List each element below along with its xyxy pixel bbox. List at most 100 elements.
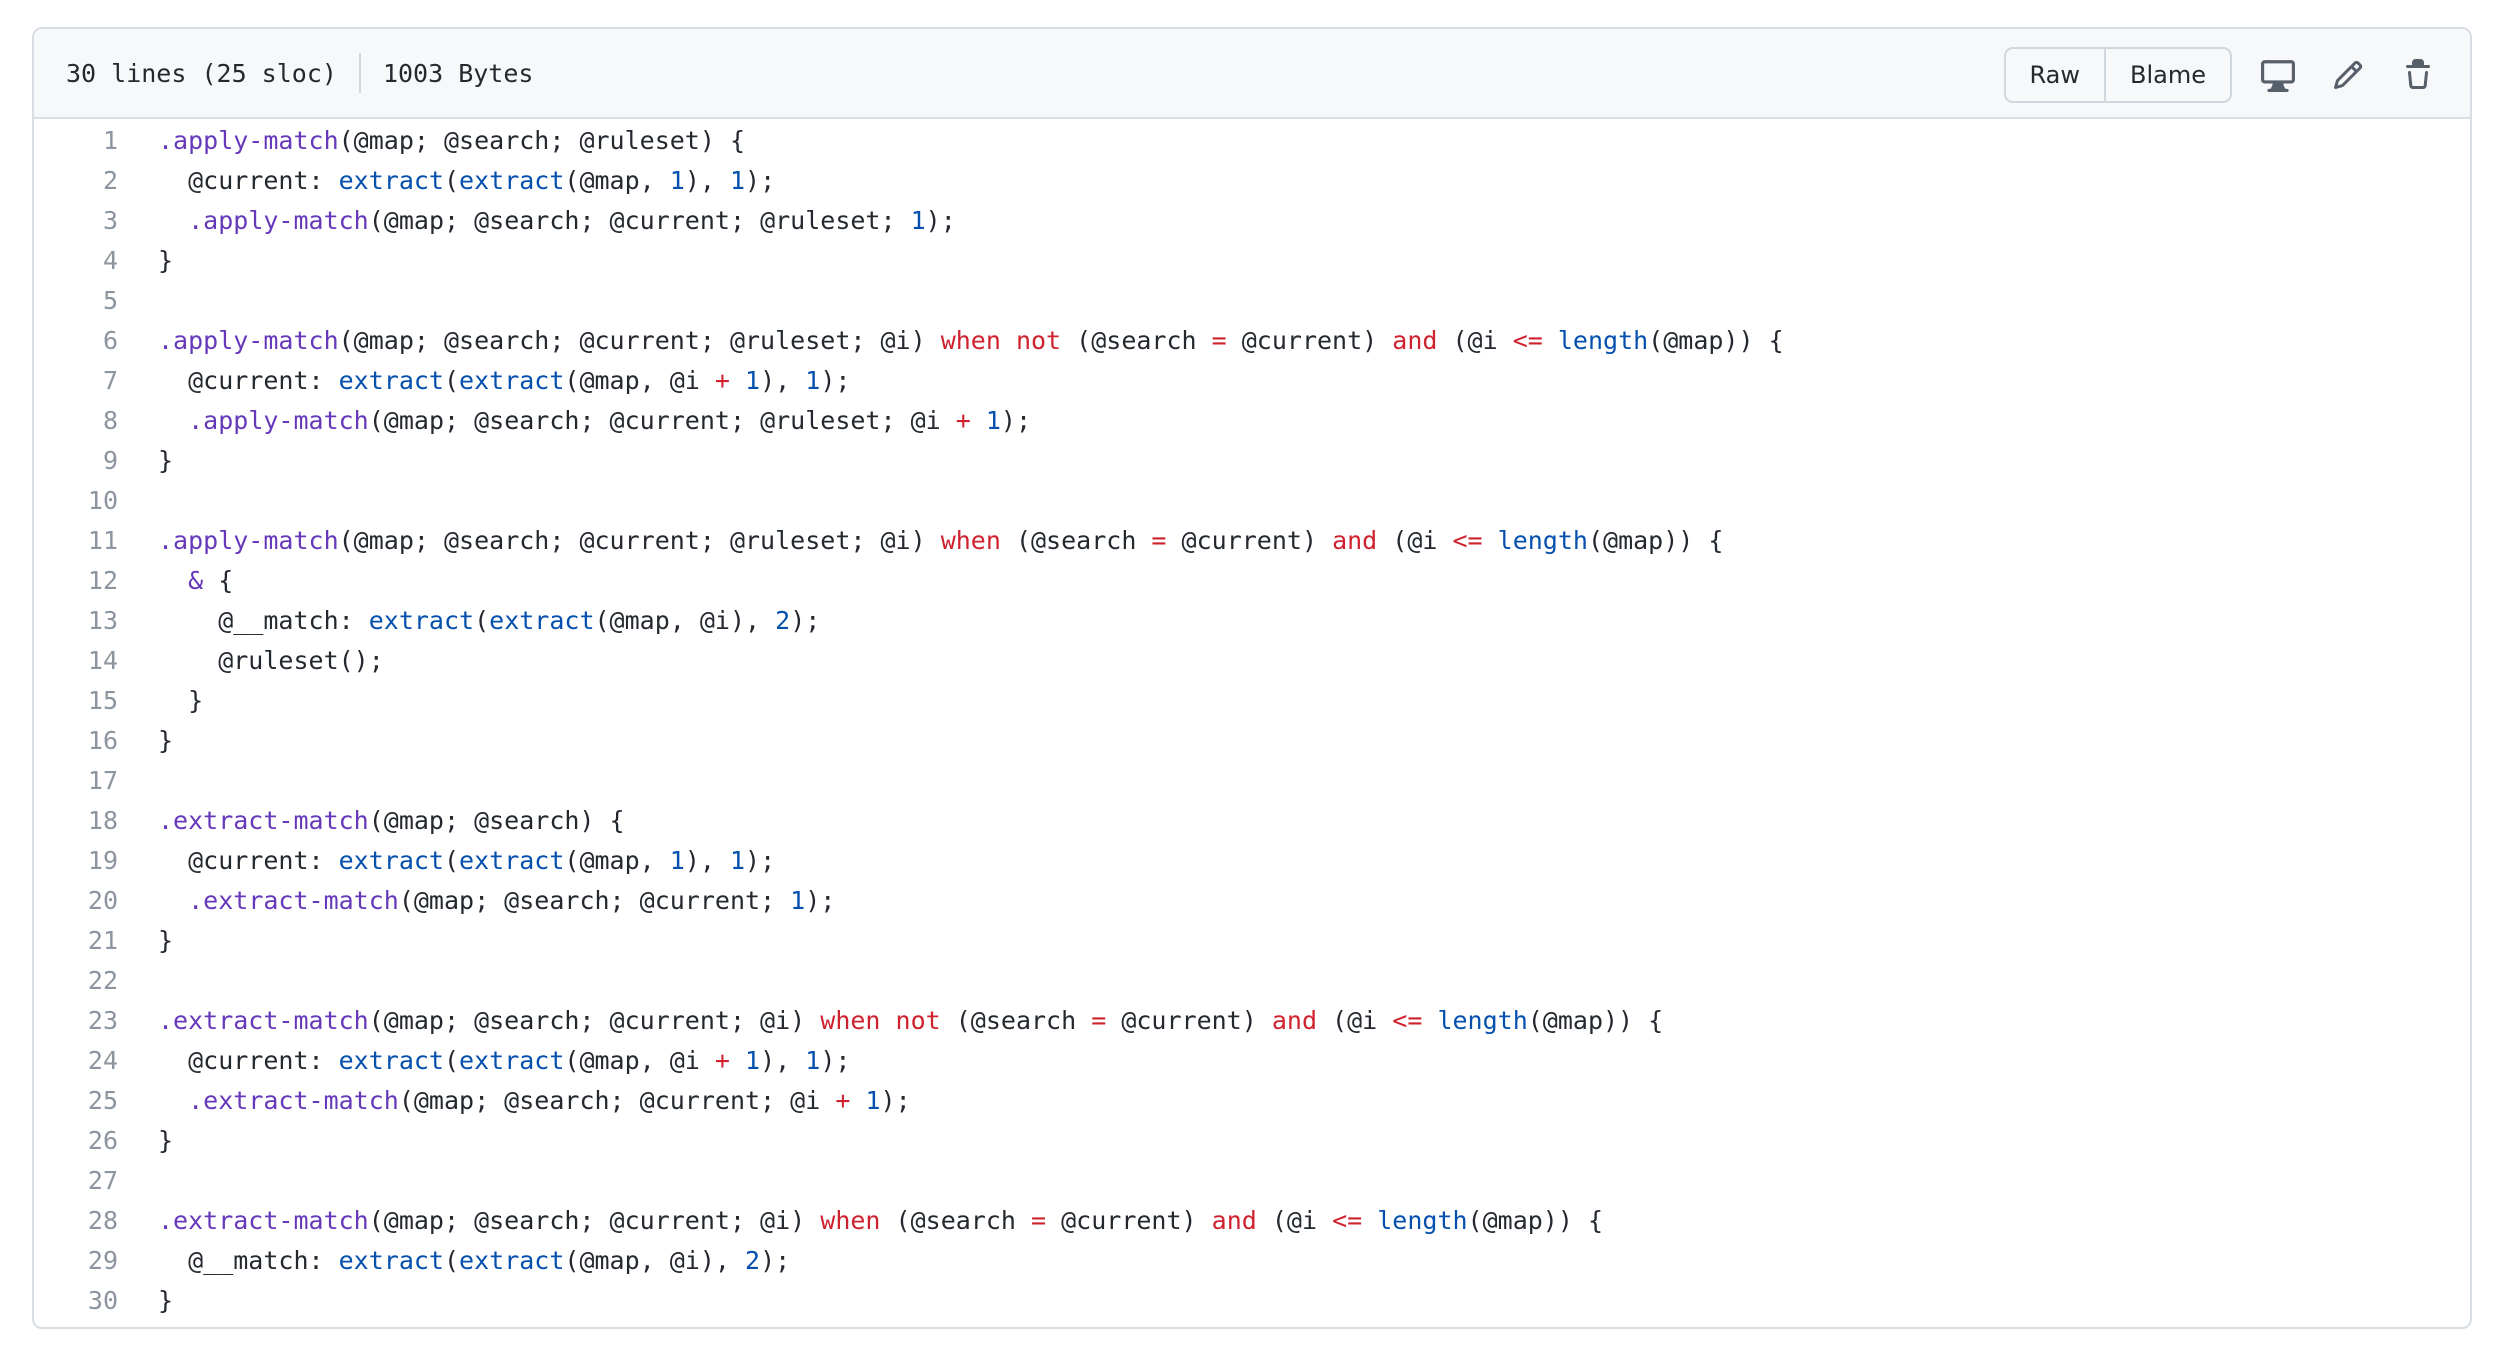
code-token: );: [760, 1246, 791, 1275]
code-token: and: [1211, 1206, 1257, 1235]
code-line: 1 .apply-match(@map; @search; @ruleset) {: [34, 121, 2470, 161]
line-content: .apply-match(@map; @search; @ruleset) {: [118, 121, 745, 161]
line-number[interactable]: 4: [34, 241, 118, 281]
line-number[interactable]: 13: [34, 601, 118, 641]
line-number[interactable]: 2: [34, 161, 118, 201]
blame-button[interactable]: Blame: [2104, 49, 2230, 101]
code-token: (@map, @i: [564, 1046, 715, 1075]
code-token: 1: [805, 366, 821, 395]
code-line: 8 .apply-match(@map; @search; @current; …: [34, 401, 2470, 441]
line-content: }: [118, 721, 173, 761]
line-number[interactable]: 15: [34, 681, 118, 721]
code-token: and: [1332, 526, 1378, 555]
line-number[interactable]: 20: [34, 881, 118, 921]
line-number[interactable]: 9: [34, 441, 118, 481]
line-number[interactable]: 27: [34, 1161, 118, 1201]
line-number[interactable]: 11: [34, 521, 118, 561]
line-content: }: [118, 681, 203, 721]
code-token: 1: [745, 366, 761, 395]
code-token: (@map,: [564, 846, 670, 875]
code-token: =: [1031, 1206, 1047, 1235]
desktop-icon[interactable]: [2254, 51, 2302, 99]
code-token: extract: [338, 166, 444, 195]
line-content: [118, 761, 158, 801]
code-token: (@map,: [564, 166, 670, 195]
code-token: }: [158, 926, 174, 955]
line-number[interactable]: 8: [34, 401, 118, 441]
code-token: when not: [940, 326, 1062, 355]
code-token: +: [835, 1086, 851, 1115]
code-token: &: [188, 566, 204, 595]
code-token: (@search: [940, 1006, 1092, 1035]
line-number[interactable]: 26: [34, 1121, 118, 1161]
code-token: .apply-match: [158, 126, 339, 155]
code-token: @ruleset();: [158, 646, 384, 675]
line-number[interactable]: 12: [34, 561, 118, 601]
code-line: 5: [34, 281, 2470, 321]
line-content: @current: extract(extract(@map, 1), 1);: [118, 841, 775, 881]
line-number[interactable]: 5: [34, 281, 118, 321]
code-token: @current:: [158, 366, 339, 395]
code-token: (@map)) {: [1467, 1206, 1604, 1235]
code-line: 13 @__match: extract(extract(@map, @i), …: [34, 601, 2470, 641]
line-content: .extract-match(@map; @search; @current; …: [118, 881, 835, 921]
code-token: ),: [760, 366, 806, 395]
line-number[interactable]: 1: [34, 121, 118, 161]
code-token: ),: [684, 166, 730, 195]
line-number[interactable]: 10: [34, 481, 118, 521]
code-token: when: [820, 1206, 881, 1235]
code-token: @current:: [158, 846, 339, 875]
code-token: );: [925, 206, 956, 235]
line-content: .extract-match(@map; @search) {: [118, 801, 625, 841]
code-token: (@map)) {: [1527, 1006, 1664, 1035]
line-content: }: [118, 1281, 173, 1321]
line-content: [118, 1161, 158, 1201]
line-number[interactable]: 23: [34, 1001, 118, 1041]
code-token: extract: [459, 846, 565, 875]
code-line: 4}: [34, 241, 2470, 281]
code-token: (@map; @search; @current; @ruleset; @i: [368, 406, 956, 435]
line-number[interactable]: 6: [34, 321, 118, 361]
file-info: 30 lines (25 sloc) 1003 Bytes: [34, 53, 533, 93]
line-number[interactable]: 17: [34, 761, 118, 801]
code-token: (@map)) {: [1648, 326, 1784, 355]
code-line: 20 .extract-match(@map; @search; @curren…: [34, 881, 2470, 921]
code-token: (@map; @search; @current; @i): [368, 1006, 821, 1035]
code-token: extract: [338, 846, 444, 875]
code-token: =: [1151, 526, 1167, 555]
code-token: 2: [775, 606, 791, 635]
line-number[interactable]: 24: [34, 1041, 118, 1081]
code-token: }: [158, 726, 174, 755]
view-button-group: Raw Blame: [2003, 47, 2232, 103]
code-line: 17: [34, 761, 2470, 801]
line-number[interactable]: 25: [34, 1081, 118, 1121]
code-token: 1: [669, 846, 685, 875]
code-line: 3 .apply-match(@map; @search; @current; …: [34, 201, 2470, 241]
line-number[interactable]: 30: [34, 1281, 118, 1321]
code-token: (: [443, 846, 460, 875]
raw-button[interactable]: Raw: [2006, 49, 2104, 101]
line-number[interactable]: 14: [34, 641, 118, 681]
line-number[interactable]: 3: [34, 201, 118, 241]
code-token: );: [880, 1086, 911, 1115]
line-number[interactable]: 29: [34, 1241, 118, 1281]
line-number[interactable]: 21: [34, 921, 118, 961]
line-number[interactable]: 16: [34, 721, 118, 761]
pencil-icon[interactable]: [2324, 51, 2372, 99]
line-content: }: [118, 1121, 173, 1161]
line-number[interactable]: 19: [34, 841, 118, 881]
file-actions: Raw Blame: [2003, 47, 2442, 103]
line-number[interactable]: 28: [34, 1201, 118, 1241]
line-number[interactable]: 22: [34, 961, 118, 1001]
line-number[interactable]: 7: [34, 361, 118, 401]
code-token: .extract-match: [188, 886, 399, 915]
code-line: 29 @__match: extract(extract(@map, @i), …: [34, 1241, 2470, 1281]
code-token: <=: [1332, 1206, 1363, 1235]
trash-icon[interactable]: [2394, 51, 2442, 99]
code-token: {: [203, 566, 234, 595]
code-token: .extract-match: [158, 1206, 369, 1235]
file-size: 1003 Bytes: [382, 58, 534, 88]
line-content: [118, 281, 158, 321]
line-number[interactable]: 18: [34, 801, 118, 841]
